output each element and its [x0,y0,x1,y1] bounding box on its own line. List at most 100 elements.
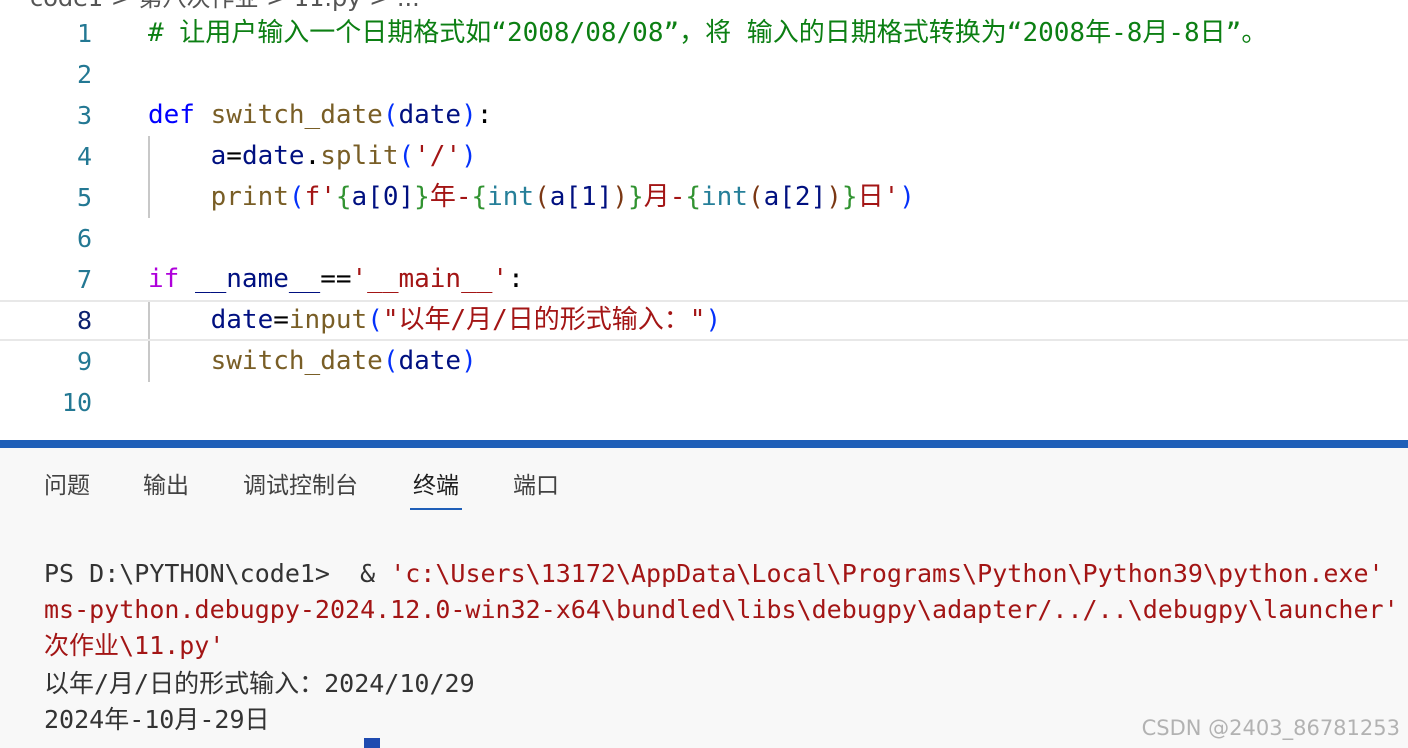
keyword-def: def [148,100,195,130]
paren: ( [367,305,383,335]
code-comment: # 让用户输入一个日期格式如“2008/08/08”，将 输入的日期格式转换为“… [148,18,1268,48]
parameter: date [398,100,462,130]
operator: = [226,141,242,171]
terminal-line: 次作业\11.py' [44,631,225,660]
terminal-line: ms-python.debugpy-2024.12.0-win32-x64\bu… [44,595,1399,624]
code-text: print(f'{a[0]}年-{int(a[1])}月-{int(a[2])}… [148,177,915,218]
terminal-cursor [364,738,380,748]
paren: ) [461,346,477,376]
line-number: 6 [76,224,92,253]
string-literal: 日' [857,182,900,212]
paren: ( [382,100,399,130]
brace: } [841,182,858,212]
tab-ports[interactable]: 端口 [513,468,559,508]
string-literal: 月- [643,182,686,212]
line-number: 3 [76,101,92,130]
string-literal: "以年/月/日的形式输入：" [382,305,706,335]
terminal-command-path: 'c:\Users\13172\AppData\Local\Programs\P… [390,559,1384,588]
code-line-10[interactable]: 10 [0,382,1408,423]
code-text: a=date.split('/') [148,136,477,177]
index: [2] [779,182,827,212]
code-line-9[interactable]: 9 switch_date(date) [0,341,1408,382]
paren: ) [826,182,842,212]
variable: a [763,182,780,212]
function-name: switch_date [210,100,383,130]
operator: = [273,305,289,335]
colon: : [508,264,524,294]
brace: { [685,182,701,212]
code-line-3[interactable]: 3 def switch_date(date): [0,95,1408,136]
paren: ) [461,100,477,130]
function-name: switch_date [210,346,383,376]
index: [1] [565,182,613,212]
paren: ) [899,182,915,212]
line-number: 7 [76,265,92,294]
line-number: 5 [76,183,92,212]
panel-tabs: 问题 输出 调试控制台 终端 端口 [0,448,1408,518]
line-number: 1 [76,19,92,48]
variable: a [351,182,368,212]
tab-output[interactable]: 输出 [143,468,189,508]
variable: date [241,141,305,171]
variable: date [210,305,274,335]
code-line-8-current[interactable]: 8 date=input("以年/月/日的形式输入：") [0,300,1408,341]
code-line-4[interactable]: 4 a=date.split('/') [0,136,1408,177]
builtin: int [487,182,535,212]
line-number: 10 [61,388,92,417]
code-text: date=input("以年/月/日的形式输入：") [148,300,722,341]
brace: } [414,182,430,212]
code-line-5[interactable]: 5 print(f'{a[0]}年-{int(a[1])}月-{int(a[2]… [0,177,1408,218]
terminal-line: PS D:\PYTHON\code1> & 'c:\Users\13172\Ap… [44,556,1384,592]
string-literal: '__main__' [351,264,509,294]
paren: ( [398,141,415,171]
tab-debug-console[interactable]: 调试控制台 [243,468,358,508]
watermark: CSDN @2403_86781253 [1141,716,1400,740]
variable: a [549,182,566,212]
code-text: if __name__=='__main__': [148,259,524,300]
line-number: 9 [76,347,92,376]
string-literal: 年- [429,182,472,212]
code-line-1[interactable]: 1 # 让用户输入一个日期格式如“2008/08/08”，将 输入的日期格式转换… [0,13,1408,54]
variable: __name__ [179,264,321,294]
tab-terminal[interactable]: 终端 [410,468,462,510]
breadcrumb[interactable]: code1 > 第八次作业 > 11.py > ... [30,0,420,12]
code-text: def switch_date(date): [148,95,492,136]
panel-sash[interactable] [0,440,1408,448]
paren: ) [461,141,477,171]
operator: . [304,141,321,171]
line-number: 4 [76,142,92,171]
string-literal: f' [304,182,336,212]
operator: == [320,264,352,294]
code-text: switch_date(date) [148,341,477,382]
brace: } [628,182,644,212]
colon: : [476,100,493,130]
variable: a [210,141,227,171]
code-editor[interactable]: code1 > 第八次作业 > 11.py > ... 1 # 让用户输入一个日… [0,0,1408,440]
terminal-line: 2024年-10月-29日 [44,705,270,734]
method-name: split [320,141,399,171]
paren: ( [534,182,550,212]
function-name: input [288,305,368,335]
paren: ( [382,346,399,376]
builtin: int [701,182,748,212]
function-name: print [210,182,289,212]
code-line-2[interactable]: 2 [0,54,1408,95]
paren: ( [747,182,764,212]
variable: date [398,346,462,376]
brace: { [471,182,488,212]
brace: { [335,182,352,212]
keyword-if: if [148,264,180,294]
paren: ) [612,182,629,212]
paren: ( [288,182,305,212]
index: [0] [367,182,415,212]
tab-problems[interactable]: 问题 [44,468,90,508]
line-number: 8 [76,306,92,335]
code-line-6[interactable]: 6 [0,218,1408,259]
terminal-line: 以年/月/日的形式输入：2024/10/29 [44,669,475,698]
paren: ) [705,305,722,335]
code-line-7[interactable]: 7 if __name__=='__main__': [0,259,1408,300]
bottom-panel: 问题 输出 调试控制台 终端 端口 PS D:\PYTHON\code1> & … [0,448,1408,748]
string-literal: '/' [414,141,462,171]
line-number: 2 [76,60,92,89]
terminal-prompt: PS D:\PYTHON\code1> & [44,559,391,588]
